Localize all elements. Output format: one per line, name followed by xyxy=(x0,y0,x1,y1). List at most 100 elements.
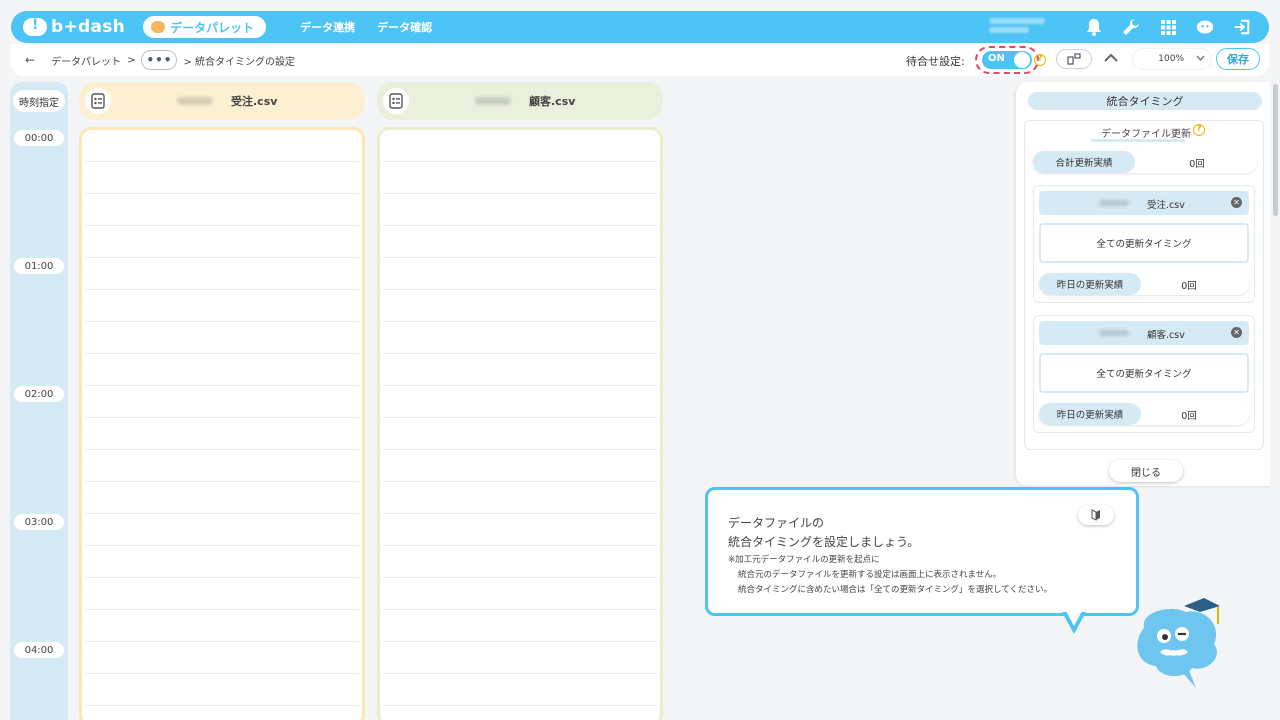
timeline-row-line xyxy=(383,257,657,258)
time-tick: 00:00 xyxy=(14,130,64,146)
logo-text: b+dash xyxy=(51,17,126,37)
nav-data-palette-label: データパレット xyxy=(170,20,255,35)
timeline-row-line xyxy=(85,545,359,546)
timeline-row-line xyxy=(383,161,657,162)
file-name: 受注.csv xyxy=(231,95,278,108)
wait-setting-label: 待合せ設定: xyxy=(906,55,965,68)
bell-icon[interactable] xyxy=(1085,18,1103,36)
yesterday-update-value: 0回 xyxy=(1181,281,1197,292)
palette-icon xyxy=(151,21,166,33)
remove-file-icon[interactable]: ✕ xyxy=(1231,197,1242,208)
file-card-header: 受注.csv ✕ xyxy=(1039,191,1249,215)
tooltip-note-3: 統合タイミングに含めたい場合は「全ての更新タイミング」を選択してください。 xyxy=(738,585,1052,595)
time-tick: 03:00 xyxy=(14,514,64,530)
mascot-help-icon[interactable] xyxy=(1196,18,1214,36)
file-header-orders[interactable]: 受注.csv xyxy=(79,82,365,120)
user-info-blurred[interactable] xyxy=(989,15,1051,39)
timeline-row-line xyxy=(85,257,359,258)
nav-data-palette[interactable]: データパレット xyxy=(143,16,267,38)
save-button[interactable]: 保存 xyxy=(1216,48,1260,70)
file-prefix-blurred xyxy=(1099,330,1129,336)
close-button[interactable]: 閉じる xyxy=(1109,460,1183,482)
remove-file-icon[interactable]: ✕ xyxy=(1231,327,1242,338)
timeline-row-line xyxy=(85,577,359,578)
wait-setting-toggle[interactable]: ON xyxy=(982,51,1032,69)
timeline-row-line xyxy=(383,449,657,450)
guide-tooltip: データファイルの 統合タイミングを設定しましょう。 ※加工元データファイルの更新… xyxy=(705,487,1139,616)
file-header-customers[interactable]: 顧客.csv xyxy=(377,82,663,120)
timeline-row-line xyxy=(85,673,359,674)
timeline-row-line xyxy=(383,385,657,386)
help-icon[interactable]: ? xyxy=(1193,124,1205,136)
timeline-row-line xyxy=(85,225,359,226)
tooltip-line-2: 統合タイミングを設定しましょう。 xyxy=(728,535,920,549)
layout-icon xyxy=(1067,53,1081,65)
yesterday-update-label: 昨日の更新実績 xyxy=(1039,273,1141,295)
timeline-row-line xyxy=(85,385,359,386)
integration-timing-panel: 統合タイミング データファイル更新 ? 合計更新実績 0回 受注.csv ✕ 全… xyxy=(1016,82,1274,486)
file-prefix-blurred xyxy=(1099,200,1129,206)
timeline-row-line xyxy=(85,513,359,514)
time-tick: 02:00 xyxy=(14,386,64,402)
chevron-down-icon xyxy=(1196,54,1205,64)
nav-data-integration[interactable]: データ連携 xyxy=(300,19,355,35)
logout-icon[interactable] xyxy=(1233,18,1251,36)
timeline-row-line xyxy=(383,577,657,578)
timeline-row-line xyxy=(383,609,657,610)
tooltip-line-1: データファイルの xyxy=(728,516,825,530)
file-card-header: 顧客.csv ✕ xyxy=(1039,321,1249,345)
help-icon[interactable]: ? xyxy=(1034,54,1046,66)
total-update-label: 合計更新実績 xyxy=(1033,151,1135,173)
data-file-update-label: データファイル更新 xyxy=(1101,129,1191,140)
time-column: 時刻指定 00:00 01:00 02:00 03:00 04:00 xyxy=(10,82,68,720)
timing-select[interactable]: 全ての更新タイミング xyxy=(1039,223,1249,263)
nav-data-check[interactable]: データ確認 xyxy=(377,19,432,35)
timeline-row-line xyxy=(85,449,359,450)
breadcrumb-more-button[interactable]: ••• xyxy=(141,50,178,70)
tooltip-note-1: ※加工元データファイルの更新を起点に xyxy=(728,555,880,565)
time-tick: 01:00 xyxy=(14,258,64,274)
breadcrumb-separator: > xyxy=(127,54,136,66)
timeline-row-line xyxy=(85,161,359,162)
total-update-value: 0回 xyxy=(1189,159,1205,170)
total-update-row: 合計更新実績 0回 xyxy=(1033,151,1257,173)
beginner-mark-button[interactable] xyxy=(1078,505,1114,525)
sub-toolbar: ← データパレット > ••• > 統合タイミングの設定 待合せ設定: ON ?… xyxy=(11,44,1269,76)
file-timeline-orders[interactable] xyxy=(79,127,365,720)
timeline-row-line xyxy=(85,705,359,706)
file-list-icon xyxy=(85,88,111,114)
timeline-row-line xyxy=(85,321,359,322)
zoom-select[interactable]: 100% xyxy=(1133,49,1211,69)
mascot-character[interactable] xyxy=(1130,598,1226,694)
timeline-row-line xyxy=(383,705,657,706)
grid-icon[interactable] xyxy=(1159,18,1177,36)
file-card-customers: 顧客.csv ✕ 全ての更新タイミング 昨日の更新実績 0回 xyxy=(1033,315,1255,433)
file-prefix-blurred xyxy=(475,97,511,105)
timeline-row-line xyxy=(85,641,359,642)
section-underline xyxy=(1091,139,1185,142)
timing-select[interactable]: 全ての更新タイミング xyxy=(1039,353,1249,393)
time-specify-header[interactable]: 時刻指定 xyxy=(13,90,65,112)
timeline-row-line xyxy=(383,417,657,418)
yesterday-update-label: 昨日の更新実績 xyxy=(1039,403,1141,425)
tooltip-tail-inner xyxy=(1066,611,1082,626)
file-name: 顧客.csv xyxy=(529,95,576,108)
timeline-row-line xyxy=(85,481,359,482)
file-card-name: 顧客.csv xyxy=(1147,330,1185,341)
timeline-row-line xyxy=(85,417,359,418)
timeline-row-line xyxy=(85,353,359,354)
layout-button[interactable] xyxy=(1056,49,1092,69)
back-arrow-icon[interactable]: ← xyxy=(25,53,35,67)
collapse-chevron-up-icon[interactable] xyxy=(1104,51,1118,65)
panel-inner-box: データファイル更新 ? 合計更新実績 0回 受注.csv ✕ 全ての更新タイミン… xyxy=(1024,120,1264,450)
timeline-row-line xyxy=(383,545,657,546)
time-tick: 04:00 xyxy=(14,642,64,658)
timeline-row-line xyxy=(383,289,657,290)
wrench-icon[interactable] xyxy=(1122,18,1140,36)
scrollbar-thumb[interactable] xyxy=(1273,84,1278,216)
panel-title: 統合タイミング xyxy=(1028,92,1262,110)
timeline-row-line xyxy=(85,609,359,610)
file-timeline-customers[interactable] xyxy=(377,127,663,720)
bdash-logo[interactable]: b+dash xyxy=(23,17,125,37)
breadcrumb-data-palette[interactable]: データパレット xyxy=(51,53,121,68)
